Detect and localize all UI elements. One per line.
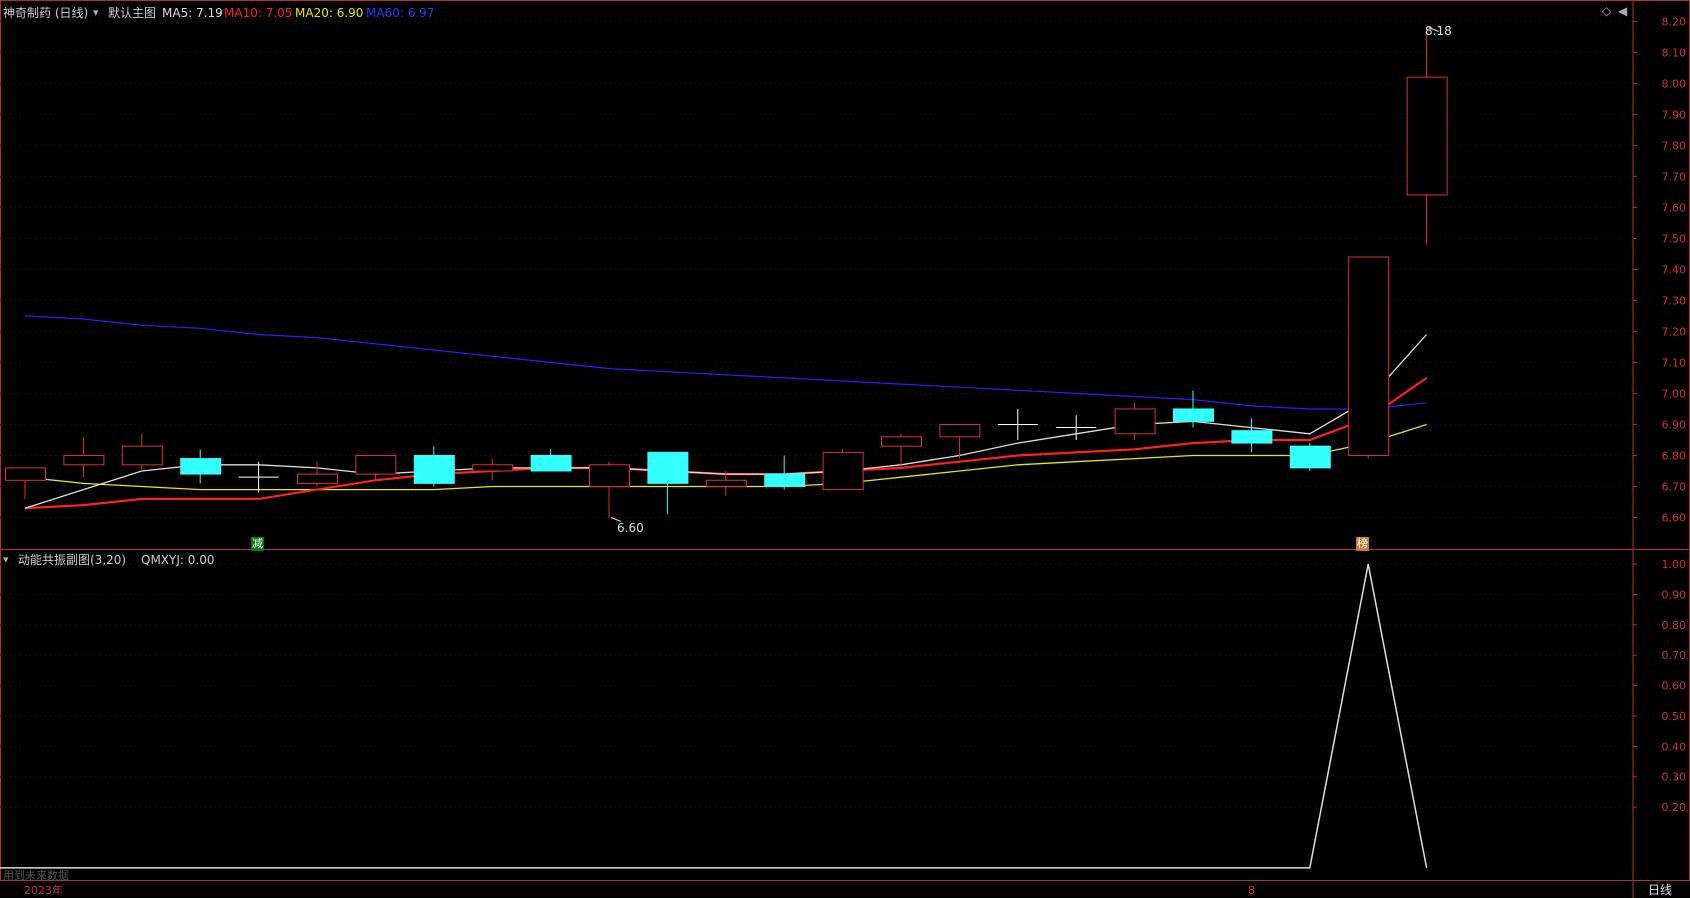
candle[interactable] xyxy=(822,449,864,491)
candle-body-up xyxy=(63,454,105,466)
candle-body-up xyxy=(1406,76,1448,196)
candle[interactable] xyxy=(413,446,455,487)
sub-tick-label: 1.00 xyxy=(1662,558,1687,571)
sub-tick-label: 0.90 xyxy=(1662,588,1687,601)
candle[interactable] xyxy=(589,461,630,518)
collapse-icon[interactable]: ◀ xyxy=(1618,4,1627,18)
price-tick-label: 7.90 xyxy=(1662,108,1687,121)
price-tick-label: 7.00 xyxy=(1662,387,1687,400)
candle-body-up xyxy=(121,445,163,466)
price-tick-label: 6.90 xyxy=(1662,418,1687,431)
candle[interactable] xyxy=(1348,256,1390,459)
candle-body-down xyxy=(1289,445,1331,469)
sub-tick-label: 0.80 xyxy=(1662,619,1687,632)
marker-left[interactable]: 减 xyxy=(251,537,264,551)
candle-body-up xyxy=(297,473,338,484)
marker-right[interactable]: 榜 xyxy=(1356,537,1369,551)
ma10-value: MA10: 7.05 xyxy=(224,6,293,20)
candle[interactable] xyxy=(5,467,46,499)
candle[interactable] xyxy=(63,436,105,478)
candle[interactable] xyxy=(180,449,222,484)
period-button[interactable]: 日线 xyxy=(1648,883,1672,897)
sub-tick-label: 0.30 xyxy=(1662,771,1687,784)
candle[interactable] xyxy=(121,433,163,471)
price-tick-label: 8.20 xyxy=(1662,15,1687,28)
price-tick-label: 6.70 xyxy=(1662,480,1687,493)
ma5-value: MA5: 7.19 xyxy=(162,6,223,20)
chart-canvas[interactable]: 6.60 6.70 6.80 6.90 7.00 7.10 7.20 7.30 7.40 7.50… xyxy=(0,0,1690,898)
candle[interactable] xyxy=(939,423,981,459)
high-price-label: 8.18 xyxy=(1425,24,1452,38)
candle[interactable] xyxy=(997,408,1038,440)
price-tick-label: 8.10 xyxy=(1662,46,1687,59)
price-tick-label: 6.60 xyxy=(1662,511,1687,524)
ma20-value: MA20: 6.90 xyxy=(295,6,364,20)
sub-tick-label: 0.50 xyxy=(1662,710,1687,723)
candle-body-down xyxy=(530,454,572,472)
price-tick-label: 8.00 xyxy=(1662,77,1687,90)
month-label: 8 xyxy=(1248,884,1255,897)
price-tick-label: 7.80 xyxy=(1662,139,1687,152)
sub-tick-label: 0.40 xyxy=(1662,740,1687,753)
candle-body-up xyxy=(822,451,864,491)
sub-tick-label: 0.60 xyxy=(1662,680,1687,693)
candle-body-down xyxy=(180,458,222,475)
price-tick-label: 7.50 xyxy=(1662,232,1687,245)
sub-chevron-icon[interactable]: ▾ xyxy=(3,553,9,567)
candle[interactable] xyxy=(1114,402,1156,440)
candle-body-up xyxy=(881,436,922,447)
candle[interactable] xyxy=(297,461,338,487)
price-tick-label: 7.30 xyxy=(1662,294,1687,307)
candle-body-up xyxy=(5,467,46,481)
future-data-note: 用到未来数据 xyxy=(3,869,69,882)
candle-body-down xyxy=(1231,430,1273,444)
candle-body-up xyxy=(472,464,514,472)
candle-body-down xyxy=(413,454,455,484)
main-chart-label[interactable]: 默认主图 xyxy=(108,6,156,20)
candle[interactable] xyxy=(355,454,397,481)
price-tick-label: 7.40 xyxy=(1662,263,1687,276)
candle-body-up xyxy=(589,464,630,487)
price-tick-label: 7.10 xyxy=(1662,356,1687,369)
candle[interactable] xyxy=(647,451,689,515)
candle[interactable] xyxy=(1406,27,1448,245)
candle-body-up xyxy=(705,479,747,487)
candle[interactable] xyxy=(1231,418,1273,453)
candle[interactable] xyxy=(1289,443,1331,471)
year-label: 2023年 xyxy=(24,884,63,897)
candle-body-down xyxy=(1173,408,1214,422)
sub-indicator-value: QMXYJ: 0.00 xyxy=(141,553,215,567)
candle-body-down xyxy=(647,451,689,484)
price-tick-label: 7.60 xyxy=(1662,201,1687,214)
price-tick-label: 7.20 xyxy=(1662,325,1687,338)
candle-body-up xyxy=(1348,256,1390,456)
qmxyj-line xyxy=(0,563,1428,869)
ma60-value: MA60: 6.97 xyxy=(366,6,435,20)
candle-body-up xyxy=(939,423,981,438)
price-tick-label: 7.70 xyxy=(1662,170,1687,183)
candle[interactable] xyxy=(472,458,514,481)
chevron-down-icon[interactable]: ▾ xyxy=(93,6,99,20)
candle-body-up xyxy=(1114,408,1156,435)
diamond-icon[interactable]: ◇ xyxy=(1602,4,1611,18)
price-tick-label: 6.80 xyxy=(1662,449,1687,462)
sub-indicator-name[interactable]: 动能共振副图(3,20) xyxy=(18,553,126,567)
candle[interactable] xyxy=(238,461,279,493)
sub-tick-label: 0.70 xyxy=(1662,649,1687,662)
candle-body-down xyxy=(764,473,806,487)
low-price-label: 6.60 xyxy=(617,521,644,535)
sub-tick-label: 0.20 xyxy=(1662,801,1687,814)
candle-body-up xyxy=(355,454,397,475)
candle[interactable] xyxy=(530,449,572,472)
stock-name: 神奇制药 (日线) xyxy=(3,6,89,20)
